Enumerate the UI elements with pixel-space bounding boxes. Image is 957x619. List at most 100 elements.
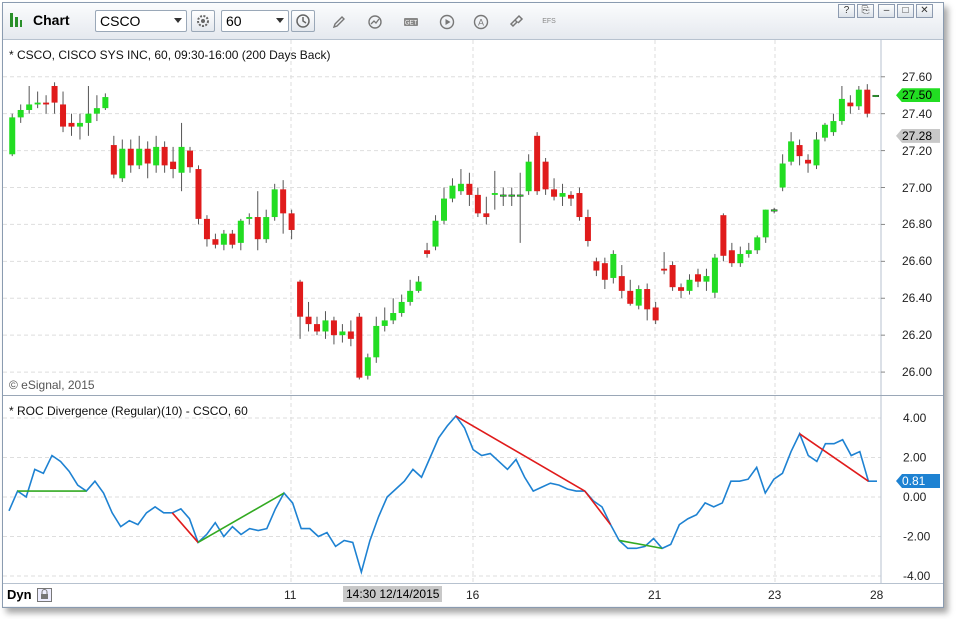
chevron-down-icon bbox=[174, 18, 182, 23]
candle-body bbox=[381, 320, 388, 326]
candle-body bbox=[508, 194, 515, 197]
candle-body bbox=[703, 276, 710, 282]
candle-body bbox=[796, 145, 803, 157]
candle-body bbox=[424, 250, 431, 254]
candle-body bbox=[136, 148, 143, 166]
price-tick-label: 26.80 bbox=[902, 217, 933, 232]
candle-body bbox=[170, 161, 177, 170]
chart-window: Chart CSCO 60 GET A EFS ? ⎘ – □ ✕ * CSCO… bbox=[2, 2, 944, 608]
bearish-divergence-line bbox=[171, 512, 199, 543]
candle-body bbox=[618, 276, 625, 291]
cursor-time-label: 14:30 12/14/2015 bbox=[343, 586, 443, 602]
candle-body bbox=[457, 183, 464, 192]
candle-body bbox=[288, 213, 295, 230]
candle-body bbox=[779, 163, 786, 188]
price-tick-label: 26.40 bbox=[902, 291, 933, 306]
chart-type-icon[interactable]: GET bbox=[403, 14, 419, 30]
help-button[interactable]: ? bbox=[838, 4, 855, 18]
candle-body bbox=[788, 141, 795, 162]
candle-body bbox=[305, 316, 312, 325]
gear-icon bbox=[197, 15, 209, 27]
candle-body bbox=[711, 257, 718, 293]
clock-icon bbox=[296, 14, 310, 28]
candle-body bbox=[60, 104, 67, 127]
candle-body bbox=[364, 357, 371, 376]
price-tick-label: 26.00 bbox=[902, 365, 933, 380]
link-windows-button[interactable]: ⎘ bbox=[857, 4, 874, 18]
price-pane[interactable]: * CSCO, CISCO SYS INC, 60, 09:30-16:00 (… bbox=[3, 40, 943, 395]
candle-body bbox=[627, 290, 634, 304]
candle-body bbox=[187, 150, 194, 168]
dyn-mode-label[interactable]: Dyn bbox=[7, 587, 32, 602]
interval-value: 60 bbox=[226, 13, 242, 29]
candle-body bbox=[144, 148, 151, 164]
lock-icon[interactable] bbox=[37, 588, 52, 602]
candle-body bbox=[449, 185, 456, 199]
candle-body bbox=[26, 104, 33, 110]
price-tick-label: 27.00 bbox=[902, 180, 933, 195]
candle-body bbox=[212, 239, 219, 245]
candle-body bbox=[872, 94, 880, 97]
candle-body bbox=[280, 189, 287, 214]
candle-body bbox=[415, 281, 422, 291]
bearish-divergence-line bbox=[455, 415, 586, 492]
price-tick-label: 27.20 bbox=[902, 143, 933, 158]
pencil-icon[interactable] bbox=[331, 14, 347, 30]
candle-body bbox=[525, 161, 532, 192]
candle-body bbox=[669, 265, 676, 288]
candle-body bbox=[339, 331, 346, 336]
ref-price-tag: 27.28 bbox=[896, 128, 940, 143]
candle-body bbox=[610, 253, 617, 278]
x-tick-label: 16 bbox=[466, 588, 480, 602]
candle-body bbox=[398, 301, 405, 314]
candle-body bbox=[51, 85, 58, 103]
price-tick-label: 26.60 bbox=[902, 254, 933, 269]
toolbar: Chart CSCO 60 GET A EFS ? ⎘ – □ ✕ bbox=[3, 3, 943, 40]
candle-body bbox=[322, 320, 329, 332]
candle-body bbox=[9, 117, 16, 155]
candle-body bbox=[855, 89, 862, 107]
efs-button[interactable]: EFS bbox=[539, 14, 559, 30]
candle-body bbox=[93, 108, 100, 114]
candle-body bbox=[153, 146, 160, 166]
symbol-settings-button[interactable] bbox=[191, 10, 215, 32]
candle-body bbox=[813, 139, 820, 166]
maximize-button[interactable]: □ bbox=[897, 4, 914, 18]
price-tick-label: 27.40 bbox=[902, 106, 933, 121]
a-icon[interactable]: A bbox=[473, 14, 489, 30]
roc-pane[interactable]: * ROC Divergence (Regular)(10) - CSCO, 6… bbox=[3, 396, 943, 583]
candle-body bbox=[254, 217, 261, 240]
candle-body bbox=[390, 313, 397, 321]
cycle-icon[interactable] bbox=[367, 14, 383, 30]
candle-body bbox=[491, 193, 498, 195]
candle-body bbox=[644, 289, 651, 310]
svg-text:GET: GET bbox=[405, 21, 418, 27]
candle-body bbox=[847, 102, 854, 107]
candle-body bbox=[17, 109, 24, 118]
roc-tick-label: 2.00 bbox=[903, 451, 927, 465]
x-tick-label: 21 bbox=[648, 588, 662, 602]
candle-body bbox=[838, 98, 845, 122]
candle-body bbox=[407, 290, 414, 302]
interval-combo[interactable]: 60 bbox=[221, 10, 289, 32]
minimize-button[interactable]: – bbox=[878, 4, 895, 18]
link-icon[interactable] bbox=[508, 14, 524, 30]
candle-body bbox=[203, 218, 210, 240]
candle-body bbox=[805, 159, 812, 164]
candle-body bbox=[220, 233, 227, 245]
candle-body bbox=[737, 253, 744, 264]
interval-time-button[interactable] bbox=[291, 10, 315, 32]
candle-body bbox=[754, 237, 761, 251]
candle-body bbox=[466, 183, 473, 195]
candle-body bbox=[584, 217, 591, 242]
candle-body bbox=[542, 161, 549, 190]
candle-body bbox=[297, 281, 304, 317]
candle-body bbox=[483, 213, 490, 218]
chevron-down-icon bbox=[276, 18, 284, 23]
symbol-combo[interactable]: CSCO bbox=[95, 10, 187, 32]
close-button[interactable]: ✕ bbox=[916, 4, 933, 18]
x-axis[interactable]: Dyn 11 16 21 23 28 14:30 12/14/2015 bbox=[3, 583, 943, 606]
play-icon[interactable] bbox=[439, 14, 455, 30]
candle-body bbox=[263, 217, 270, 240]
candle-body bbox=[686, 279, 693, 291]
